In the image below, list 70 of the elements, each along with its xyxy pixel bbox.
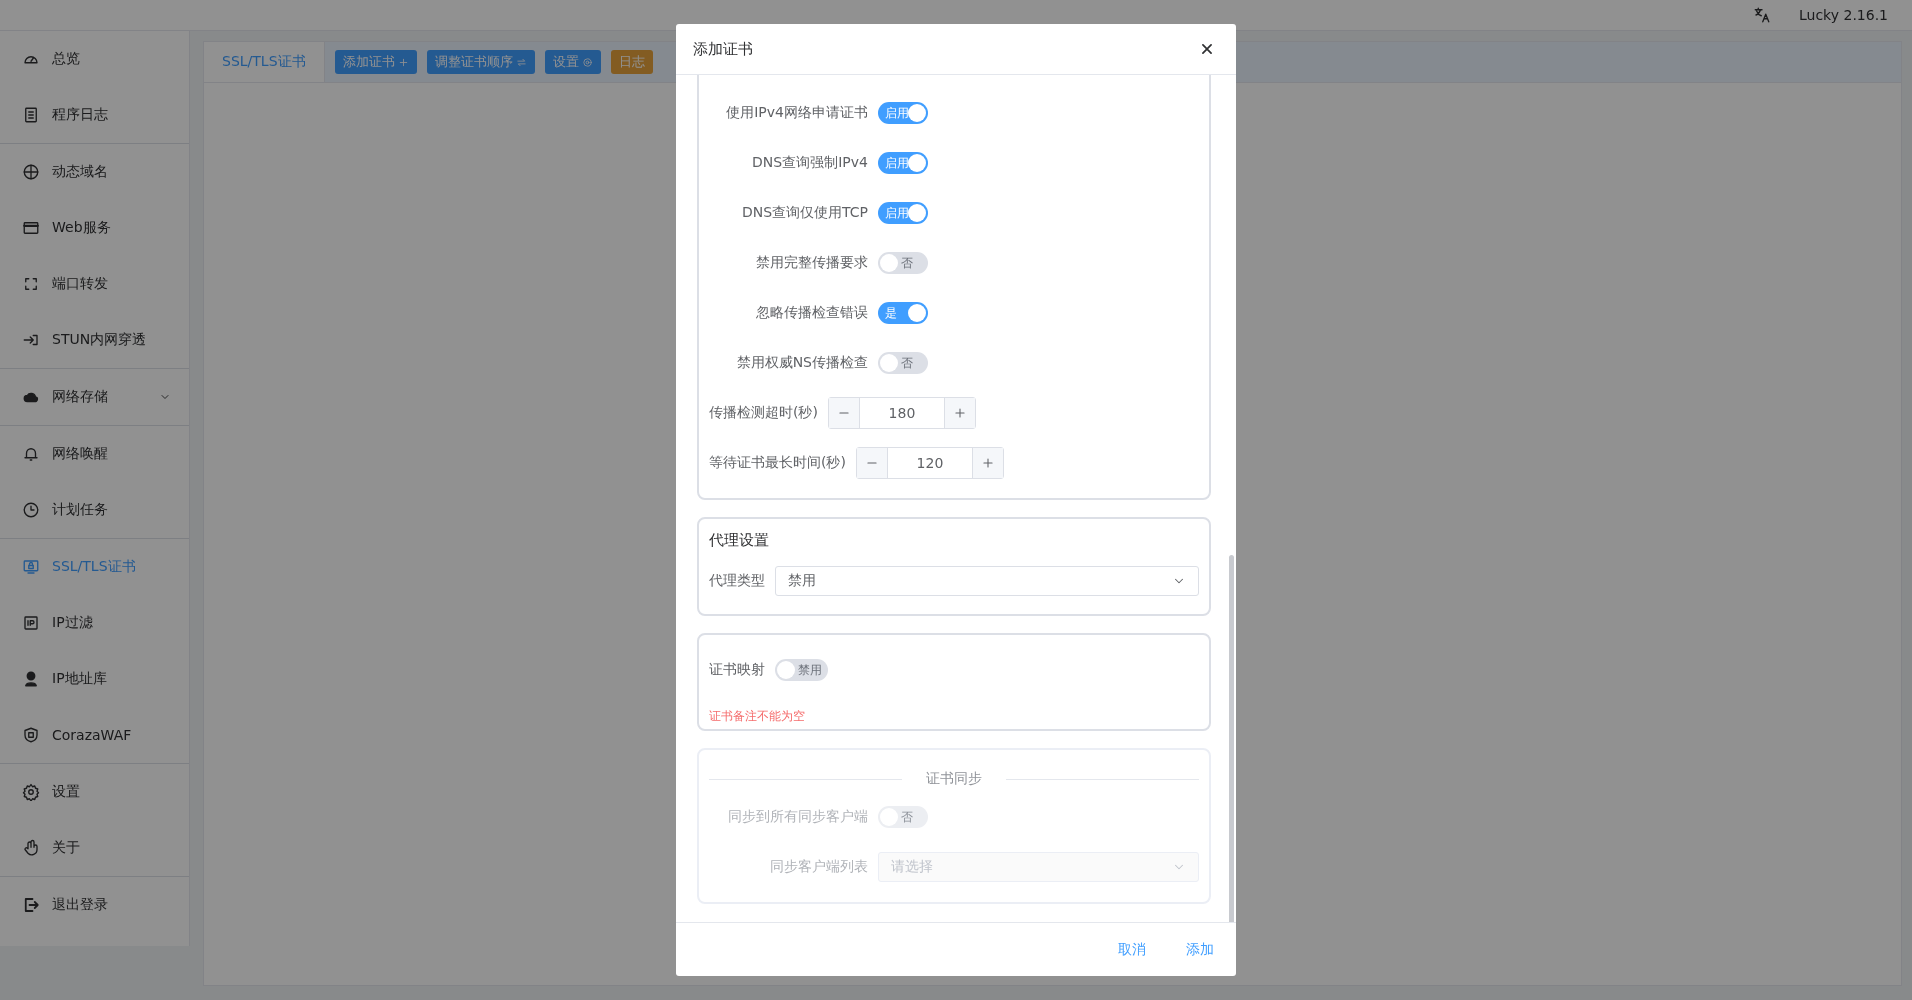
translate-icon[interactable] <box>1753 6 1771 24</box>
window-icon <box>22 219 40 237</box>
nav-item[interactable]: 计划任务 <box>0 482 189 538</box>
toggle-switch[interactable]: 启用 <box>878 202 928 224</box>
number-stepper[interactable]: 120 <box>855 447 1004 479</box>
ip-box-icon <box>22 614 40 632</box>
dialog-button[interactable]: 取消 <box>1108 934 1156 965</box>
plus-icon <box>952 406 967 420</box>
decrement-button[interactable] <box>828 398 859 428</box>
field-label: 等待证书最长时间(秒) <box>709 454 846 472</box>
nav-item[interactable]: IP过滤 <box>0 595 189 651</box>
plus-icon <box>397 56 409 68</box>
plus-icon <box>980 456 995 470</box>
field-label: 忽略传播检查错误 <box>755 304 868 322</box>
version-label: Lucky 2.16.1 <box>1799 7 1888 23</box>
toggle-switch[interactable]: 启用 <box>878 102 928 124</box>
increment-button[interactable] <box>972 448 1003 478</box>
field-label: 传播检测超时(秒) <box>709 404 818 422</box>
field-label: 证书映射 <box>709 661 765 679</box>
nav-item[interactable]: 关于 <box>0 820 189 876</box>
toggle-switch[interactable]: 是 <box>878 302 928 324</box>
nav-item[interactable]: STUN内网穿透 <box>0 312 189 368</box>
shield-icon <box>22 726 40 744</box>
number-input[interactable]: 120 <box>886 448 973 478</box>
close-icon[interactable] <box>1200 42 1214 56</box>
field-label: 禁用完整传播要求 <box>755 254 868 272</box>
toggle-switch[interactable]: 否 <box>878 252 928 274</box>
field-label: DNS查询强制IPv4 <box>751 154 868 172</box>
toggle-switch[interactable]: 否 <box>878 352 928 374</box>
monitor-lock-icon <box>22 558 40 576</box>
scrollbar[interactable] <box>1229 555 1234 922</box>
nav-item[interactable]: 网络唤醒 <box>0 426 189 482</box>
field-label: 代理类型 <box>709 572 765 590</box>
field-label: 同步到所有同步客户端 <box>727 808 868 826</box>
globe-icon <box>22 163 40 181</box>
nav-item[interactable]: 程序日志 <box>0 87 189 143</box>
dialog-title: 添加证书 <box>693 39 753 59</box>
nav-item[interactable]: 网络存储 <box>0 369 189 425</box>
field-label: 使用IPv4网络申请证书 <box>725 104 868 122</box>
person-pin-icon <box>22 670 40 688</box>
nav-item[interactable]: IP地址库 <box>0 651 189 707</box>
field-label: 同步客户端列表 <box>769 858 868 876</box>
nav-item[interactable]: 设置 <box>0 764 189 820</box>
nav-item[interactable]: 退出登录 <box>0 877 189 933</box>
section-title: 证书同步 <box>926 770 982 788</box>
select-field[interactable]: 禁用 <box>775 566 1199 596</box>
field-label: 禁用权威NS传播检查 <box>735 354 868 372</box>
logout-icon <box>22 896 40 914</box>
number-stepper[interactable]: 180 <box>827 397 976 429</box>
swap-icon <box>515 56 527 68</box>
gear-icon <box>581 56 593 68</box>
section-title: 代理设置 <box>709 530 770 550</box>
clock-icon <box>22 501 40 519</box>
toggle-switch[interactable]: 启用 <box>878 152 928 174</box>
toggle-switch[interactable]: 禁用 <box>775 659 828 681</box>
error-message: 证书备注不能为空 <box>709 708 806 725</box>
decrement-button[interactable] <box>856 448 887 478</box>
gear-icon <box>22 783 40 801</box>
nav-item[interactable]: 端口转发 <box>0 256 189 312</box>
increment-button[interactable] <box>944 398 975 428</box>
hand-icon <box>22 839 40 857</box>
nav-item[interactable]: 总览 <box>0 31 189 87</box>
nav-item[interactable]: 动态域名 <box>0 144 189 200</box>
number-input[interactable]: 180 <box>858 398 945 428</box>
nav-item[interactable]: CorazaWAF <box>0 707 189 763</box>
bell-icon <box>22 445 40 463</box>
field-label: DNS查询仅使用TCP <box>740 204 868 222</box>
document-icon <box>22 106 40 124</box>
nav-item[interactable]: Web服务 <box>0 200 189 256</box>
dialog-button[interactable]: 添加 <box>1176 934 1224 965</box>
